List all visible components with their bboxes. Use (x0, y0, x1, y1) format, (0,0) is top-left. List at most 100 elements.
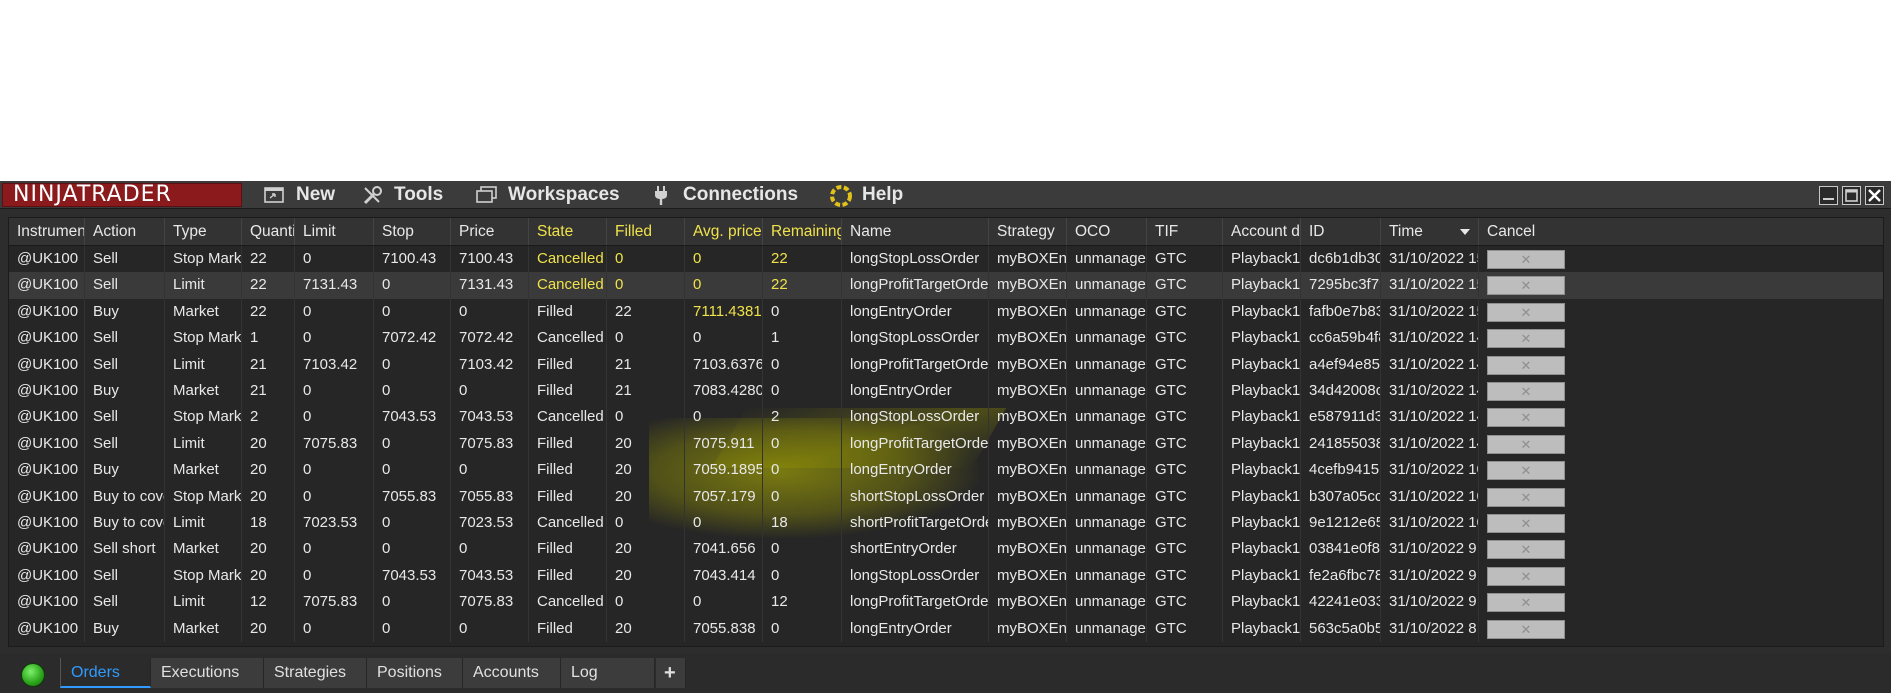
ninjatrader-logo: NINJATRADER (2, 183, 242, 207)
cell-avg-price: 7083.428095 (685, 378, 763, 405)
table-row[interactable]: @UK100 Sell short Market 20 0 0 0 Filled 20 7041.… (9, 536, 1883, 563)
cell-remaining: 0 (763, 483, 842, 510)
add-tab-button[interactable]: + (656, 658, 686, 688)
cell-state: Filled (529, 562, 607, 590)
menu-help[interactable]: Help (830, 181, 903, 209)
tab-accounts[interactable]: Accounts (463, 658, 561, 688)
tab-executions[interactable]: Executions (151, 658, 264, 688)
column-header-cancel[interactable]: Cancel (1479, 218, 1883, 245)
cell-tif: GTC (1147, 589, 1223, 616)
cell-remaining: 0 (763, 457, 842, 484)
maximize-button[interactable] (1842, 186, 1861, 205)
cell-strategy: myBOXEnd (989, 430, 1067, 458)
close-window-button[interactable] (1865, 186, 1884, 205)
table-row[interactable]: @UK100 Sell Limit 20 7075.83 0 7075.83 Filled 20… (9, 430, 1883, 458)
cell-id: 9e1212e658 (1301, 510, 1381, 537)
column-header-stop[interactable]: Stop (374, 218, 451, 245)
table-row[interactable]: @UK100 Sell Limit 21 7103.42 0 7103.42 Filled 21… (9, 351, 1883, 378)
column-header-quantity[interactable]: Quantity (242, 218, 295, 245)
table-row[interactable]: @UK100 Sell Limit 22 7131.43 0 7131.43 Cancelle… (9, 272, 1883, 299)
column-header-name[interactable]: Name (842, 218, 989, 245)
table-row[interactable]: @UK100SellStop Market207043.537043.53Can… (9, 404, 1883, 431)
connection-status-indicator[interactable] (21, 663, 45, 687)
table-row[interactable]: @UK100 Buy Market 20 0 0 0 Filled 20 7055.838 0 lon… (9, 615, 1883, 642)
menu-new[interactable]: New (264, 181, 335, 209)
tab-log[interactable]: Log (561, 658, 655, 688)
column-header-action[interactable]: Action (85, 218, 165, 245)
cell-name: longEntryOrder (842, 457, 989, 484)
column-header-limit[interactable]: Limit (295, 218, 374, 245)
cell-action: Buy to cover (85, 483, 165, 510)
sort-descending-icon (1460, 229, 1470, 235)
column-header-oco[interactable]: OCO (1067, 218, 1147, 245)
cancel-order-button[interactable]: ✕ (1487, 619, 1565, 639)
column-header-time[interactable]: Time (1381, 218, 1479, 245)
cell-oco: unmanaged (1067, 615, 1147, 642)
minimize-button[interactable] (1819, 186, 1838, 205)
cancel-order-button[interactable]: ✕ (1487, 566, 1565, 586)
column-header-avg-price[interactable]: Avg. price (685, 218, 763, 245)
cell-filled: 0 (607, 404, 685, 431)
column-header-filled[interactable]: Filled (607, 218, 685, 245)
cell-limit: 0 (295, 483, 374, 510)
table-row[interactable]: @UK100SellStop Market2207100.437100.43Ca… (9, 246, 1883, 273)
column-header-remaining[interactable]: Remaining (763, 218, 842, 245)
cancel-order-button[interactable]: ✕ (1487, 250, 1565, 269)
tab-positions[interactable]: Positions (367, 658, 463, 688)
table-row[interactable]: @UK100 Sell Limit 12 7075.83 0 7075.83 Cancelle… (9, 589, 1883, 616)
menu-workspaces[interactable]: Workspaces (476, 181, 620, 209)
table-row[interactable]: @UK100BuyMarket22000Filled227111.4381810… (9, 298, 1883, 326)
column-header-state[interactable]: State (529, 218, 607, 245)
cell-price: 7043.53 (451, 562, 529, 590)
menu-tools[interactable]: Tools (362, 181, 443, 209)
column-header-strategy[interactable]: Strategy (989, 218, 1067, 245)
table-row[interactable]: @UK100Buy to coverStop Market2007055.837… (9, 483, 1883, 510)
cell-remaining: 12 (763, 589, 842, 616)
menu-tools-label: Tools (394, 184, 444, 205)
cell-type: Limit (165, 589, 242, 616)
cell-type: Limit (165, 351, 242, 378)
tab-strategies[interactable]: Strategies (264, 658, 367, 688)
column-header-type[interactable]: Type (165, 218, 242, 245)
cell-name: shortStopLossOrder (842, 483, 989, 510)
cell-price: 7075.83 (451, 430, 529, 458)
cancel-order-button[interactable]: ✕ (1487, 593, 1565, 613)
cancel-order-button[interactable]: ✕ (1487, 540, 1565, 560)
cell-filled: 20 (607, 483, 685, 510)
cancel-order-button[interactable]: ✕ (1487, 487, 1565, 507)
tab-orders[interactable]: Orders (60, 658, 151, 688)
cell-time: 31/10/2022 15:04 (1381, 272, 1479, 299)
column-header-id[interactable]: ID (1301, 218, 1381, 245)
cell-type: Market (165, 298, 242, 326)
cancel-order-button[interactable]: ✕ (1487, 355, 1565, 375)
table-row[interactable]: @UK100Buy to coverLimit187023.5307023.53… (9, 510, 1883, 537)
cell-type: Limit (165, 510, 242, 537)
cell-stop: 0 (374, 457, 451, 484)
cancel-order-button[interactable]: ✕ (1487, 461, 1565, 481)
cancel-order-button[interactable]: ✕ (1487, 276, 1565, 296)
column-header-account[interactable]: Account display name (1223, 218, 1301, 245)
column-header-tif[interactable]: TIF (1147, 218, 1223, 245)
column-header-price[interactable]: Price (451, 218, 529, 245)
cell-account: Playback101 (1223, 351, 1301, 378)
cell-remaining: 0 (763, 615, 842, 642)
cell-avg-price: 7103.637619 (685, 351, 763, 378)
menu-connections[interactable]: Connections (651, 181, 798, 209)
cancel-order-button[interactable]: ✕ (1487, 302, 1565, 322)
cell-avg-price: 7075.911 (685, 430, 763, 458)
cell-limit: 0 (295, 378, 374, 405)
cell-price: 7103.42 (451, 351, 529, 378)
table-row[interactable]: @UK100SellStop Market107072.427072.42Can… (9, 325, 1883, 352)
cancel-order-button[interactable]: ✕ (1487, 514, 1565, 533)
cancel-order-button[interactable]: ✕ (1487, 382, 1565, 401)
cell-quantity: 12 (242, 589, 295, 616)
table-row[interactable]: @UK100SellStop Market2007043.537043.53Fi… (9, 562, 1883, 590)
column-header-instrument[interactable]: Instrument (9, 218, 85, 245)
table-row[interactable]: @UK100 Buy Market 20 0 0 0 Filled 20 7059.1895 0 lo… (9, 457, 1883, 484)
cancel-order-button[interactable]: ✕ (1487, 408, 1565, 428)
maximize-icon (1845, 189, 1858, 202)
table-row[interactable]: @UK100BuyMarket21000Filled217083.4280950… (9, 378, 1883, 405)
cancel-order-button[interactable]: ✕ (1487, 329, 1565, 349)
cell-limit: 0 (295, 536, 374, 563)
cancel-order-button[interactable]: ✕ (1487, 434, 1565, 454)
